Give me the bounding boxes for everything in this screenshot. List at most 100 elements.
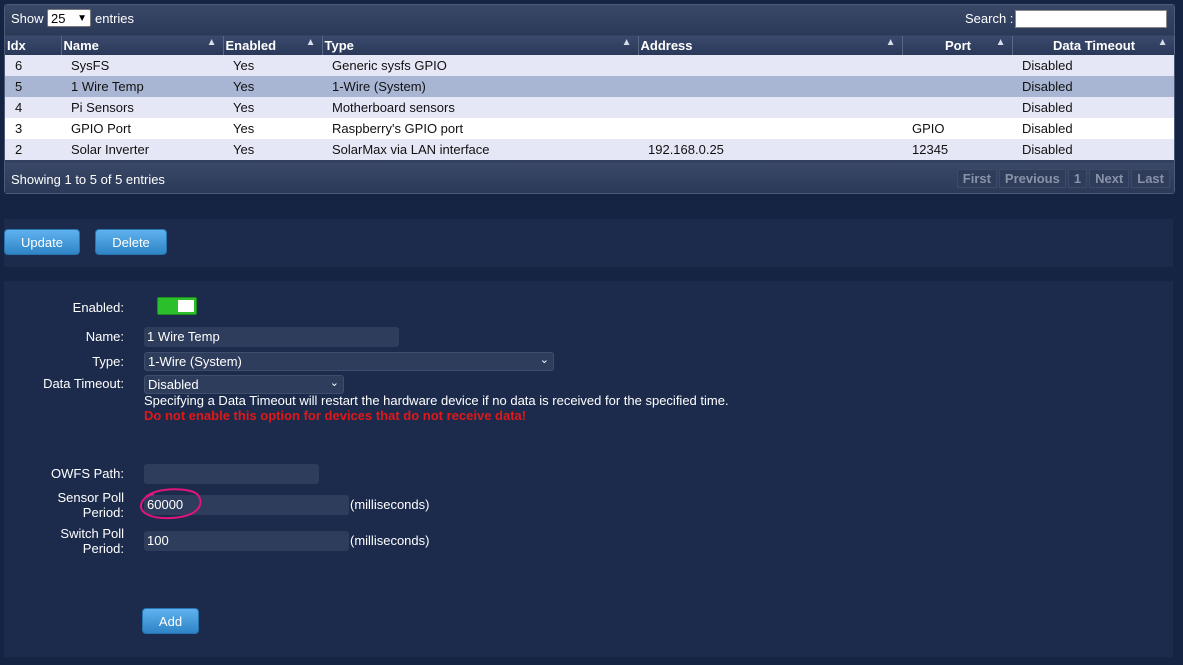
cell-port: 12345 bbox=[902, 139, 1012, 160]
cell-port: GPIO bbox=[902, 118, 1012, 139]
sort-icon: ▲ bbox=[995, 37, 1006, 48]
type-select[interactable]: 1-Wire (System) ⌄ bbox=[144, 352, 554, 371]
cell-name: Pi Sensors bbox=[61, 97, 223, 118]
type-select-value: 1-Wire (System) bbox=[148, 354, 242, 369]
cell-idx: 5 bbox=[5, 76, 61, 97]
type-label: Type: bbox=[92, 354, 124, 369]
entries-label: entries bbox=[95, 11, 135, 26]
cell-type: Generic sysfs GPIO bbox=[322, 55, 638, 76]
update-button[interactable]: Update bbox=[4, 229, 80, 255]
cell-address bbox=[638, 55, 902, 76]
table-row[interactable]: 3 GPIO Port Yes Raspberry's GPIO port GP… bbox=[5, 118, 1174, 139]
cell-address: 192.168.0.25 bbox=[638, 139, 902, 160]
table-row-selected[interactable]: 5 1 Wire Temp Yes 1-Wire (System) Disabl… bbox=[5, 76, 1174, 97]
actions-panel: Update Delete bbox=[4, 219, 1173, 267]
cell-idx: 3 bbox=[5, 118, 61, 139]
cell-type: 1-Wire (System) bbox=[322, 76, 638, 97]
data-timeout-value: Disabled bbox=[148, 377, 199, 392]
cell-address bbox=[638, 76, 902, 97]
table-toolbar: Show 25 ▼ entries Search : bbox=[5, 5, 1174, 35]
name-label: Name: bbox=[85, 329, 124, 344]
column-header-idx[interactable]: Idx bbox=[5, 36, 62, 55]
cell-name: SysFS bbox=[61, 55, 223, 76]
data-timeout-select[interactable]: Disabled ⌄ bbox=[144, 375, 344, 394]
pager-last-button[interactable]: Last bbox=[1131, 169, 1170, 188]
cell-enabled: Yes bbox=[223, 139, 322, 160]
column-header-data-timeout[interactable]: Data Timeout ▲ bbox=[1012, 36, 1175, 55]
toggle-knob bbox=[178, 300, 194, 312]
chevron-down-icon: ▼ bbox=[77, 13, 87, 24]
table-footer: Showing 1 to 5 of 5 entries First Previo… bbox=[5, 163, 1174, 193]
cell-timeout: Disabled bbox=[1012, 55, 1174, 76]
cell-enabled: Yes bbox=[223, 76, 322, 97]
sensor-poll-label-line1: Sensor Poll bbox=[57, 490, 124, 505]
owfs-path-label: OWFS Path: bbox=[51, 466, 124, 481]
column-header-enabled[interactable]: Enabled ▲ bbox=[223, 36, 323, 55]
table-row[interactable]: 2 Solar Inverter Yes SolarMax via LAN in… bbox=[5, 139, 1174, 160]
column-header-address[interactable]: Address ▲ bbox=[638, 36, 903, 55]
sort-icon: ▲ bbox=[621, 37, 632, 48]
pagination: First Previous 1 Next Last bbox=[955, 169, 1170, 188]
name-field[interactable]: 1 Wire Temp bbox=[144, 327, 399, 347]
data-timeout-note: Specifying a Data Timeout will restart t… bbox=[144, 393, 729, 408]
column-header-type[interactable]: Type ▲ bbox=[322, 36, 639, 55]
pager-next-button[interactable]: Next bbox=[1089, 169, 1130, 188]
cell-idx: 4 bbox=[5, 97, 61, 118]
cell-name: GPIO Port bbox=[61, 118, 223, 139]
chevron-down-icon: ⌄ bbox=[539, 354, 549, 366]
page-size-select[interactable]: 25 ▼ bbox=[47, 9, 91, 27]
pager-page-1-button[interactable]: 1 bbox=[1067, 169, 1088, 188]
cell-timeout: Disabled bbox=[1012, 76, 1174, 97]
switch-poll-unit: (milliseconds) bbox=[350, 533, 430, 548]
search-label: Search : bbox=[965, 11, 1014, 26]
switch-poll-period-field[interactable]: 100 bbox=[144, 531, 349, 551]
cell-name: Solar Inverter bbox=[61, 139, 223, 160]
cell-name: 1 Wire Temp bbox=[61, 76, 223, 97]
owfs-path-field[interactable] bbox=[144, 464, 319, 484]
hardware-table: Idx Name ▲ Enabled ▲ Type ▲ Address ▲ Port ▲ … bbox=[5, 36, 1175, 160]
enabled-toggle[interactable] bbox=[157, 297, 197, 315]
cell-enabled: Yes bbox=[223, 55, 322, 76]
cell-type: Raspberry's GPIO port bbox=[322, 118, 638, 139]
switch-poll-label-line2: Period: bbox=[82, 541, 124, 556]
cell-port bbox=[902, 97, 1012, 118]
table-header-row: Idx Name ▲ Enabled ▲ Type ▲ Address ▲ Port ▲ … bbox=[5, 36, 1175, 55]
hardware-edit-form: Enabled: Name: 1 Wire Temp Type: 1-Wire … bbox=[4, 281, 1173, 657]
cell-timeout: Disabled bbox=[1012, 139, 1174, 160]
delete-button[interactable]: Delete bbox=[95, 229, 167, 255]
table-row[interactable]: 6 SysFS Yes Generic sysfs GPIO Disabled bbox=[5, 55, 1174, 76]
showing-info: Showing 1 to 5 of 5 entries bbox=[11, 172, 165, 187]
data-timeout-label: Data Timeout: bbox=[43, 376, 124, 391]
page-size-value: 25 bbox=[51, 11, 66, 26]
cell-type: Motherboard sensors bbox=[322, 97, 638, 118]
data-timeout-warning: Do not enable this option for devices th… bbox=[144, 408, 527, 423]
cell-port bbox=[902, 76, 1012, 97]
switch-poll-label-line1: Switch Poll bbox=[60, 526, 124, 541]
sensor-poll-unit: (milliseconds) bbox=[350, 497, 430, 512]
sort-icon: ▲ bbox=[305, 37, 316, 48]
column-header-port[interactable]: Port ▲ bbox=[902, 36, 1013, 55]
cell-idx: 2 bbox=[5, 139, 61, 160]
cell-address bbox=[638, 97, 902, 118]
cell-timeout: Disabled bbox=[1012, 118, 1174, 139]
cell-port bbox=[902, 55, 1012, 76]
cell-timeout: Disabled bbox=[1012, 97, 1174, 118]
hardware-table-panel: Show 25 ▼ entries Search : Idx Name ▲ Ena… bbox=[4, 4, 1175, 194]
pager-first-button[interactable]: First bbox=[956, 169, 997, 188]
pager-previous-button[interactable]: Previous bbox=[998, 169, 1066, 188]
highlight-circle-annotation bbox=[139, 488, 202, 520]
sort-icon: ▲ bbox=[206, 37, 217, 48]
sort-icon: ▲ bbox=[1157, 37, 1168, 48]
enabled-label: Enabled: bbox=[72, 300, 124, 315]
table-row[interactable]: 4 Pi Sensors Yes Motherboard sensors Dis… bbox=[5, 97, 1174, 118]
add-button[interactable]: Add bbox=[142, 608, 199, 634]
cell-address bbox=[638, 118, 902, 139]
sort-icon: ▲ bbox=[885, 37, 896, 48]
cell-enabled: Yes bbox=[223, 97, 322, 118]
cell-idx: 6 bbox=[5, 55, 61, 76]
chevron-down-icon: ⌄ bbox=[329, 377, 339, 389]
cell-type: SolarMax via LAN interface bbox=[322, 139, 638, 160]
search-input[interactable] bbox=[1015, 10, 1167, 28]
cell-enabled: Yes bbox=[223, 118, 322, 139]
column-header-name[interactable]: Name ▲ bbox=[61, 36, 224, 55]
